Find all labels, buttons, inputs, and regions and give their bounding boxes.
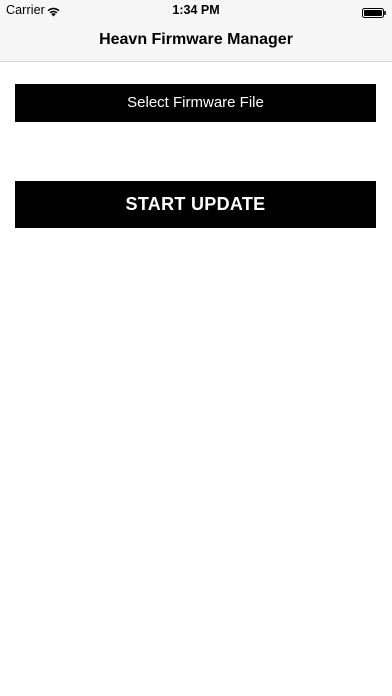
status-bar: Carrier 1:34 PM: [0, 0, 392, 20]
page-title: Heavn Firmware Manager: [99, 31, 293, 48]
start-update-button[interactable]: START UPDATE: [15, 181, 376, 228]
navigation-bar: Heavn Firmware Manager: [0, 20, 392, 62]
app-screen: Carrier 1:34 PM Heavn Firmware Manager S…: [0, 0, 392, 696]
select-firmware-file-button[interactable]: Select Firmware File: [15, 84, 376, 122]
battery-icon: [362, 5, 386, 18]
status-time: 1:34 PM: [172, 3, 220, 17]
